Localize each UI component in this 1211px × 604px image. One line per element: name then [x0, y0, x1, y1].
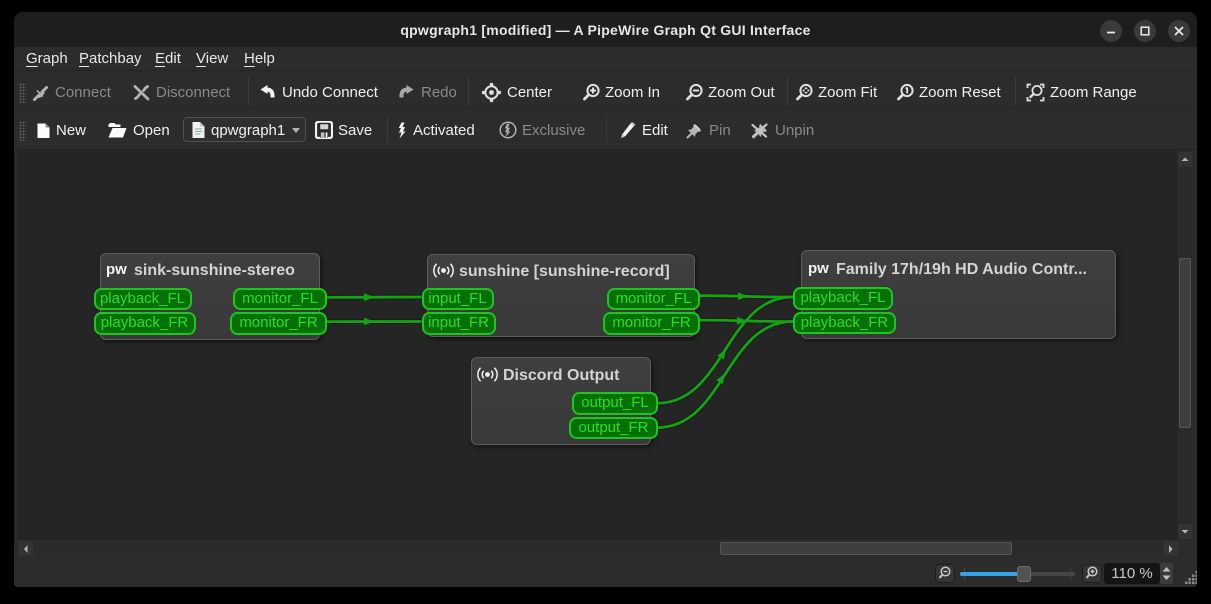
- svg-text:pw: pw: [808, 260, 829, 277]
- svg-text:pw: pw: [106, 261, 127, 278]
